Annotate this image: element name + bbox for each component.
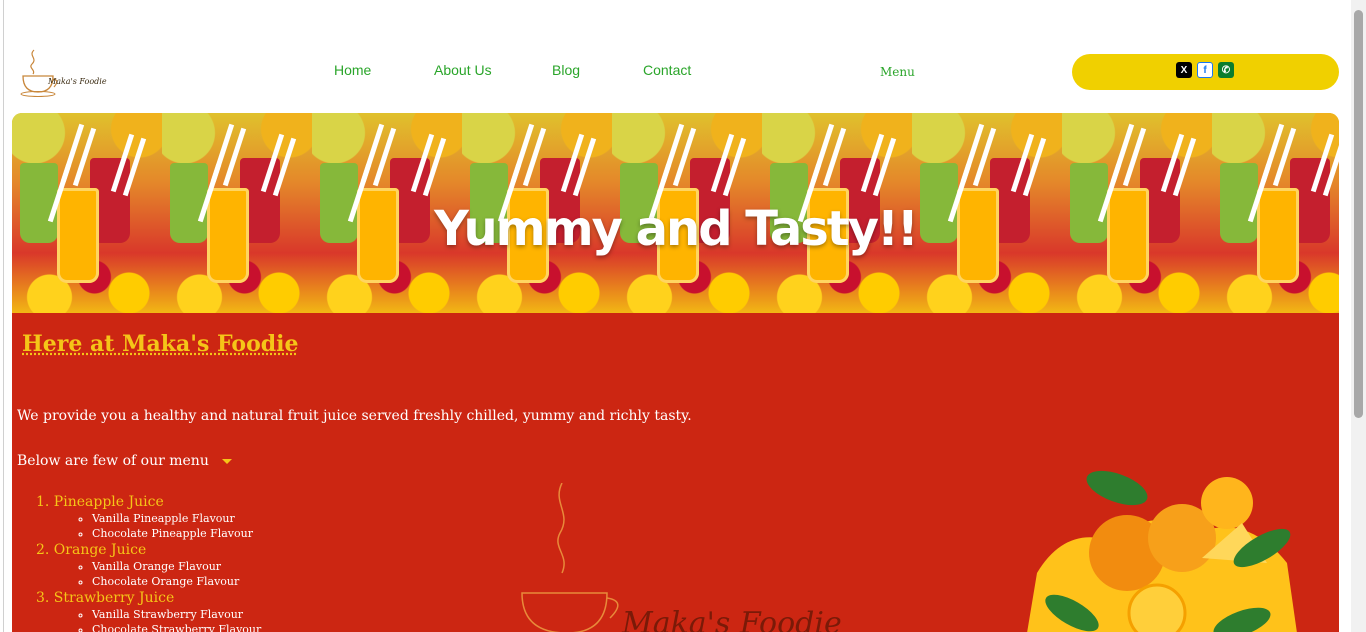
flavour-item: Vanilla Pineapple Flavour (92, 511, 261, 526)
juice-menu-list: 1. Pineapple Juice Vanilla Pineapple Fla… (36, 493, 261, 632)
logo-watermark: Maka's Foodie (521, 483, 842, 632)
menu-link[interactable]: Menu (880, 65, 915, 79)
menu-item: 2. Orange Juice Vanilla Orange Flavour C… (36, 541, 261, 589)
orange-splash-image (1027, 470, 1297, 632)
page-scrollbar[interactable] (1351, 0, 1366, 632)
content-section: Here at Maka's Foodie We provide you a h… (12, 313, 1339, 632)
menu-item-name: 1. Pineapple Juice (36, 494, 164, 510)
flavour-item: Chocolate Orange Flavour (92, 574, 261, 589)
facebook-icon[interactable]: f (1197, 62, 1213, 78)
flavour-item: Vanilla Orange Flavour (92, 559, 261, 574)
nav-contact[interactable]: Contact (643, 62, 691, 78)
scrollbar-thumb[interactable] (1354, 10, 1363, 418)
menu-item-name: 3. Strawberry Juice (36, 590, 175, 606)
whatsapp-icon[interactable]: ✆ (1218, 62, 1234, 78)
watermark-text: Maka's Foodie (621, 606, 842, 632)
intro-text: We provide you a healthy and natural fru… (17, 408, 692, 424)
section-heading: Here at Maka's Foodie (22, 331, 299, 357)
hero-banner: Yummy and Tasty!! (12, 113, 1339, 313)
nav-about-us[interactable]: About Us (434, 62, 492, 78)
flavour-item: Vanilla Strawberry Flavour (92, 607, 261, 622)
page-border (3, 0, 4, 632)
menu-item: 1. Pineapple Juice Vanilla Pineapple Fla… (36, 493, 261, 541)
flavour-item: Chocolate Strawberry Flavour (92, 622, 261, 632)
menu-item-name: 2. Orange Juice (36, 542, 147, 558)
menu-summary-toggle[interactable]: Below are few of our menu (17, 453, 209, 469)
nav-blog[interactable]: Blog (552, 62, 580, 78)
social-bar: X f ✆ (1072, 54, 1339, 90)
nav-home[interactable]: Home (334, 62, 371, 78)
hero-title: Yummy and Tasty!! (434, 201, 919, 257)
flavour-item: Chocolate Pineapple Flavour (92, 526, 261, 541)
menu-item: 3. Strawberry Juice Vanilla Strawberry F… (36, 589, 261, 632)
x-icon[interactable]: X (1176, 62, 1192, 78)
social-icons: X f ✆ (1176, 62, 1234, 78)
caret-down-icon[interactable] (222, 459, 232, 464)
